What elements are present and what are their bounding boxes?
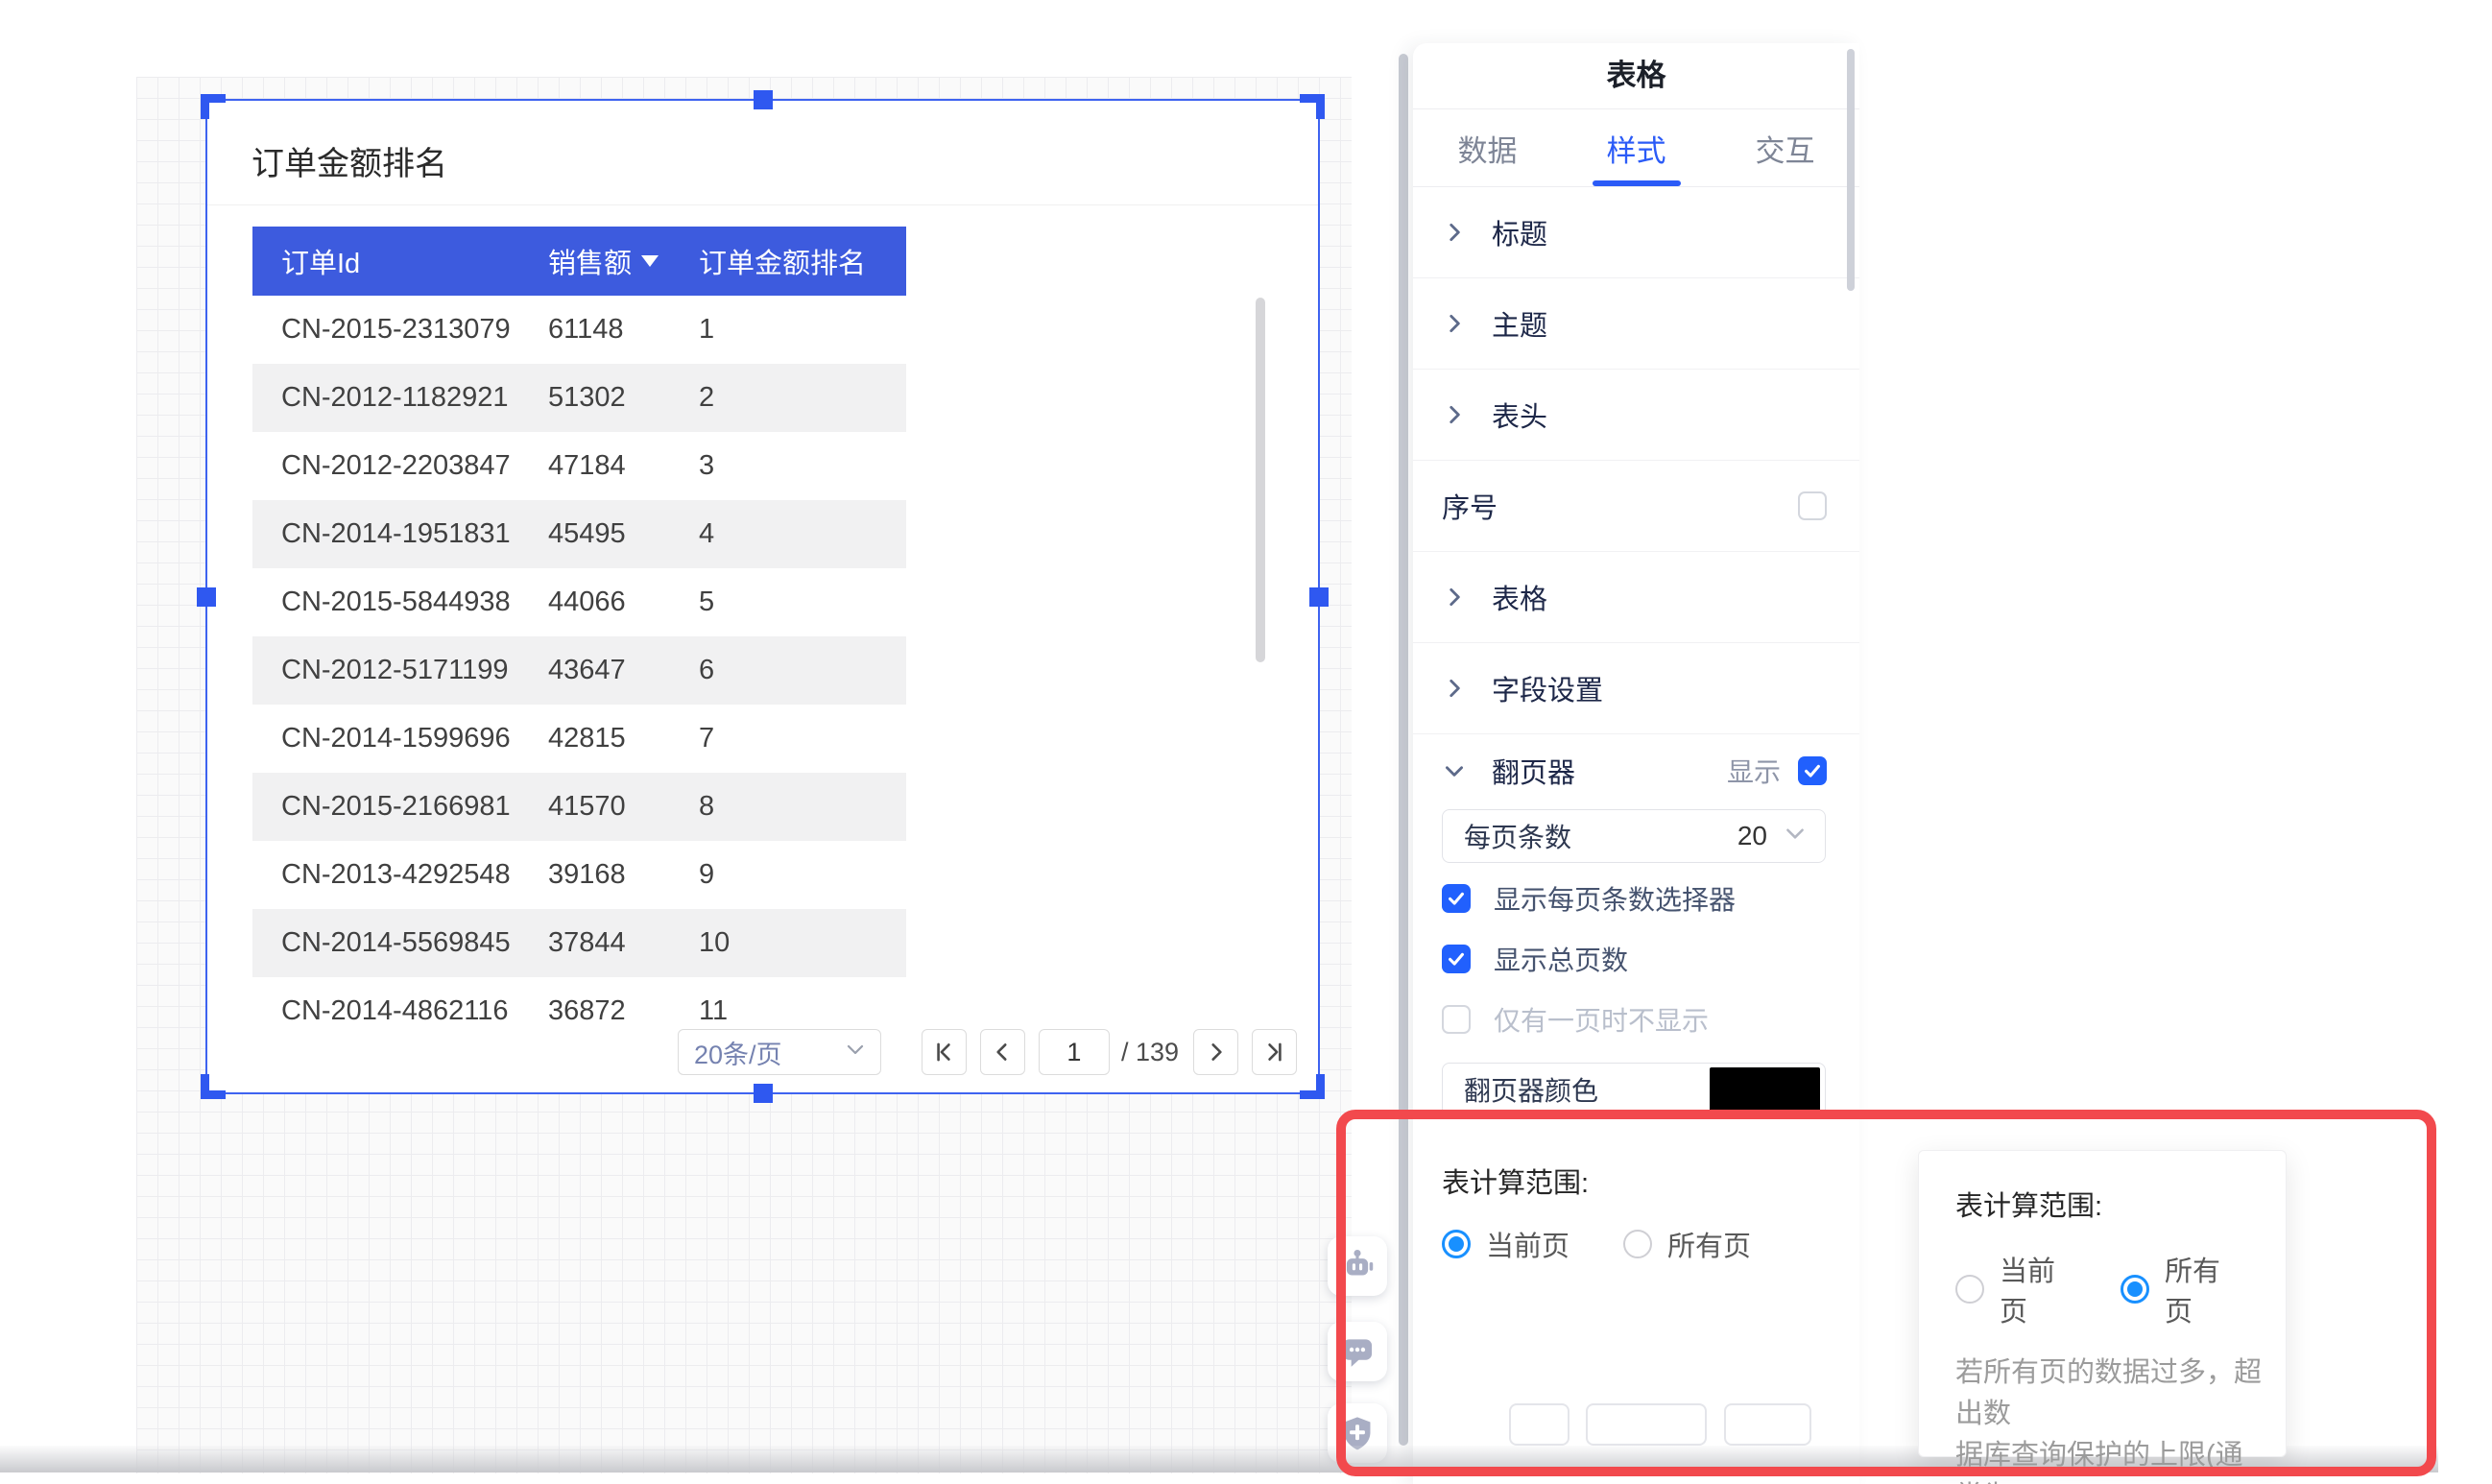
checkbox-row-hide-single-page: 仅有一页时不显示 xyxy=(1442,1005,1831,1034)
clipped-control[interactable] xyxy=(1509,1403,1569,1446)
checkbox-row-size-selector: 显示每页条数选择器 xyxy=(1442,884,1831,913)
page-size-select[interactable]: 20条/页 xyxy=(678,1029,881,1075)
table-row: CN-2014-55698453784410 xyxy=(252,909,906,977)
last-page-button[interactable] xyxy=(1252,1029,1297,1075)
table-row: CN-2015-2313079611481 xyxy=(252,296,906,364)
callout-options: 当前页 所有页 xyxy=(1955,1249,2286,1329)
page-number-input[interactable]: 1 xyxy=(1039,1029,1110,1075)
checkbox-row-total-pages: 显示总页数 xyxy=(1442,945,1831,973)
panel-scrollbar[interactable] xyxy=(1847,49,1855,291)
table-row: CN-2015-5844938440665 xyxy=(252,568,906,636)
pager-show-checkbox[interactable] xyxy=(1798,756,1827,785)
clipped-control[interactable] xyxy=(1586,1403,1707,1446)
radio-unselected-icon[interactable] xyxy=(1623,1230,1652,1258)
chevron-down-icon xyxy=(1442,758,1467,783)
app-root: 订单金额排名 订单Id 销售额 订单金额排名 CN-2015-231307961… xyxy=(0,0,2492,1484)
calc-scope-callout: 表计算范围: 当前页 所有页 若所有页的数据过多，超出数 据库查询保护的上限(通… xyxy=(1918,1150,2287,1457)
callout-calc-scope-label: 表计算范围: xyxy=(1955,1184,2286,1224)
table-body: CN-2015-2313079611481 CN-2012-1182921513… xyxy=(252,296,906,1029)
first-page-button[interactable] xyxy=(922,1029,967,1075)
total-pages-label: / 139 xyxy=(1121,1038,1179,1067)
table-row: CN-2014-1951831454954 xyxy=(252,500,906,568)
panel-tabs: 数据 样式 交互 xyxy=(1413,109,1859,187)
chevron-left-icon xyxy=(990,1040,1015,1065)
widget-title-divider xyxy=(205,204,1320,205)
table-row: CN-2014-1599696428157 xyxy=(252,705,906,773)
table-row: CN-2012-2203847471843 xyxy=(252,432,906,500)
data-table: 订单Id 销售额 订单金额排名 CN-2015-2313079611481 CN… xyxy=(252,227,906,1029)
color-swatch[interactable] xyxy=(1710,1067,1820,1112)
callout-description: 若所有页的数据过多，超出数 据库查询保护的上限(通常为2 万条)，则也会在上限范… xyxy=(1955,1352,2263,1484)
section-serial-number: 序号 xyxy=(1413,461,1859,552)
chevron-right-icon xyxy=(1442,402,1467,427)
tab-style[interactable]: 样式 xyxy=(1562,109,1711,186)
chevron-down-icon xyxy=(844,1038,867,1067)
table-scrollbar[interactable] xyxy=(1256,298,1265,662)
sort-desc-icon[interactable] xyxy=(641,255,659,267)
settings-panel: 表格 数据 样式 交互 标题 主题 表头 序号 表格 字段设 xyxy=(1413,43,1859,1484)
section-table-header[interactable]: 表头 xyxy=(1413,370,1859,461)
column-header-rank[interactable]: 订单金额排名 xyxy=(680,241,906,281)
comments-button[interactable] xyxy=(1328,1322,1387,1381)
widget-title: 订单金额排名 xyxy=(252,137,447,184)
calc-scope-options: 当前页 所有页 xyxy=(1442,1224,1831,1264)
chevron-right-icon xyxy=(1442,220,1467,245)
chevron-right-icon xyxy=(1442,585,1467,610)
table-row: CN-2014-48621163687211 xyxy=(252,977,906,1029)
check-icon xyxy=(1446,948,1467,969)
prev-page-button[interactable] xyxy=(980,1029,1025,1075)
panel-title: 表格 xyxy=(1413,43,1859,109)
clipped-control[interactable] xyxy=(1724,1403,1811,1446)
table-widget-card[interactable]: 订单金额排名 订单Id 销售额 订单金额排名 CN-2015-231307961… xyxy=(205,99,1320,1094)
chevron-right-icon xyxy=(1204,1040,1229,1065)
tab-data[interactable]: 数据 xyxy=(1413,109,1562,186)
serial-number-checkbox[interactable] xyxy=(1798,491,1827,520)
section-theme[interactable]: 主题 xyxy=(1413,278,1859,370)
canvas-scrollbar[interactable] xyxy=(1399,54,1408,1446)
section-field-settings[interactable]: 字段设置 xyxy=(1413,643,1859,734)
column-header-sales[interactable]: 销售额 xyxy=(521,241,680,281)
next-page-button[interactable] xyxy=(1193,1029,1238,1075)
chevron-right-icon xyxy=(1442,311,1467,336)
show-total-pages-checkbox[interactable] xyxy=(1442,945,1471,973)
table-row: CN-2013-4292548391689 xyxy=(252,841,906,909)
page-size-value: 20 xyxy=(1737,821,1767,851)
radio-all-pages[interactable]: 所有页 xyxy=(1623,1224,1751,1264)
radio-selected-icon[interactable] xyxy=(1442,1230,1471,1258)
radio-selected-icon[interactable] xyxy=(2121,1275,2149,1304)
first-page-icon xyxy=(931,1040,956,1065)
callout-radio-current-page[interactable]: 当前页 xyxy=(1955,1249,2078,1329)
show-label: 显示 xyxy=(1727,752,1781,790)
check-icon xyxy=(1446,888,1467,909)
show-size-selector-checkbox[interactable] xyxy=(1442,884,1471,913)
table-row: CN-2012-1182921513022 xyxy=(252,364,906,432)
tab-interaction[interactable]: 交互 xyxy=(1711,109,1859,186)
assistant-robot-button[interactable] xyxy=(1328,1236,1387,1296)
column-header-order-id[interactable]: 订单Id xyxy=(252,241,521,281)
calc-scope-label: 表计算范围: xyxy=(1442,1161,1831,1201)
hide-single-page-checkbox[interactable] xyxy=(1442,1005,1471,1034)
callout-radio-all-pages[interactable]: 所有页 xyxy=(2121,1249,2243,1329)
section-title[interactable]: 标题 xyxy=(1413,187,1859,278)
chevron-right-icon xyxy=(1442,676,1467,701)
radio-unselected-icon[interactable] xyxy=(1955,1275,1984,1304)
pager-color-setting[interactable]: 翻页器颜色 xyxy=(1442,1063,1826,1116)
chat-dots-icon xyxy=(1339,1333,1376,1370)
table-header-row: 订单Id 销售额 订单金额排名 xyxy=(252,227,906,296)
section-table[interactable]: 表格 xyxy=(1413,552,1859,643)
radio-current-page[interactable]: 当前页 xyxy=(1442,1224,1569,1264)
page-size-setting-select[interactable]: 每页条数 20 xyxy=(1442,809,1826,863)
last-page-icon xyxy=(1262,1040,1287,1065)
check-icon xyxy=(1802,760,1823,781)
chevron-down-icon xyxy=(1783,821,1808,852)
section-pager[interactable]: 翻页器 显示 xyxy=(1413,734,1859,807)
pagination-bar: 20条/页 1 / 139 xyxy=(678,1029,1297,1075)
table-row: CN-2015-2166981415708 xyxy=(252,773,906,841)
active-tab-indicator xyxy=(1593,180,1681,186)
table-row: CN-2012-5171199436476 xyxy=(252,636,906,705)
robot-icon xyxy=(1339,1248,1376,1284)
